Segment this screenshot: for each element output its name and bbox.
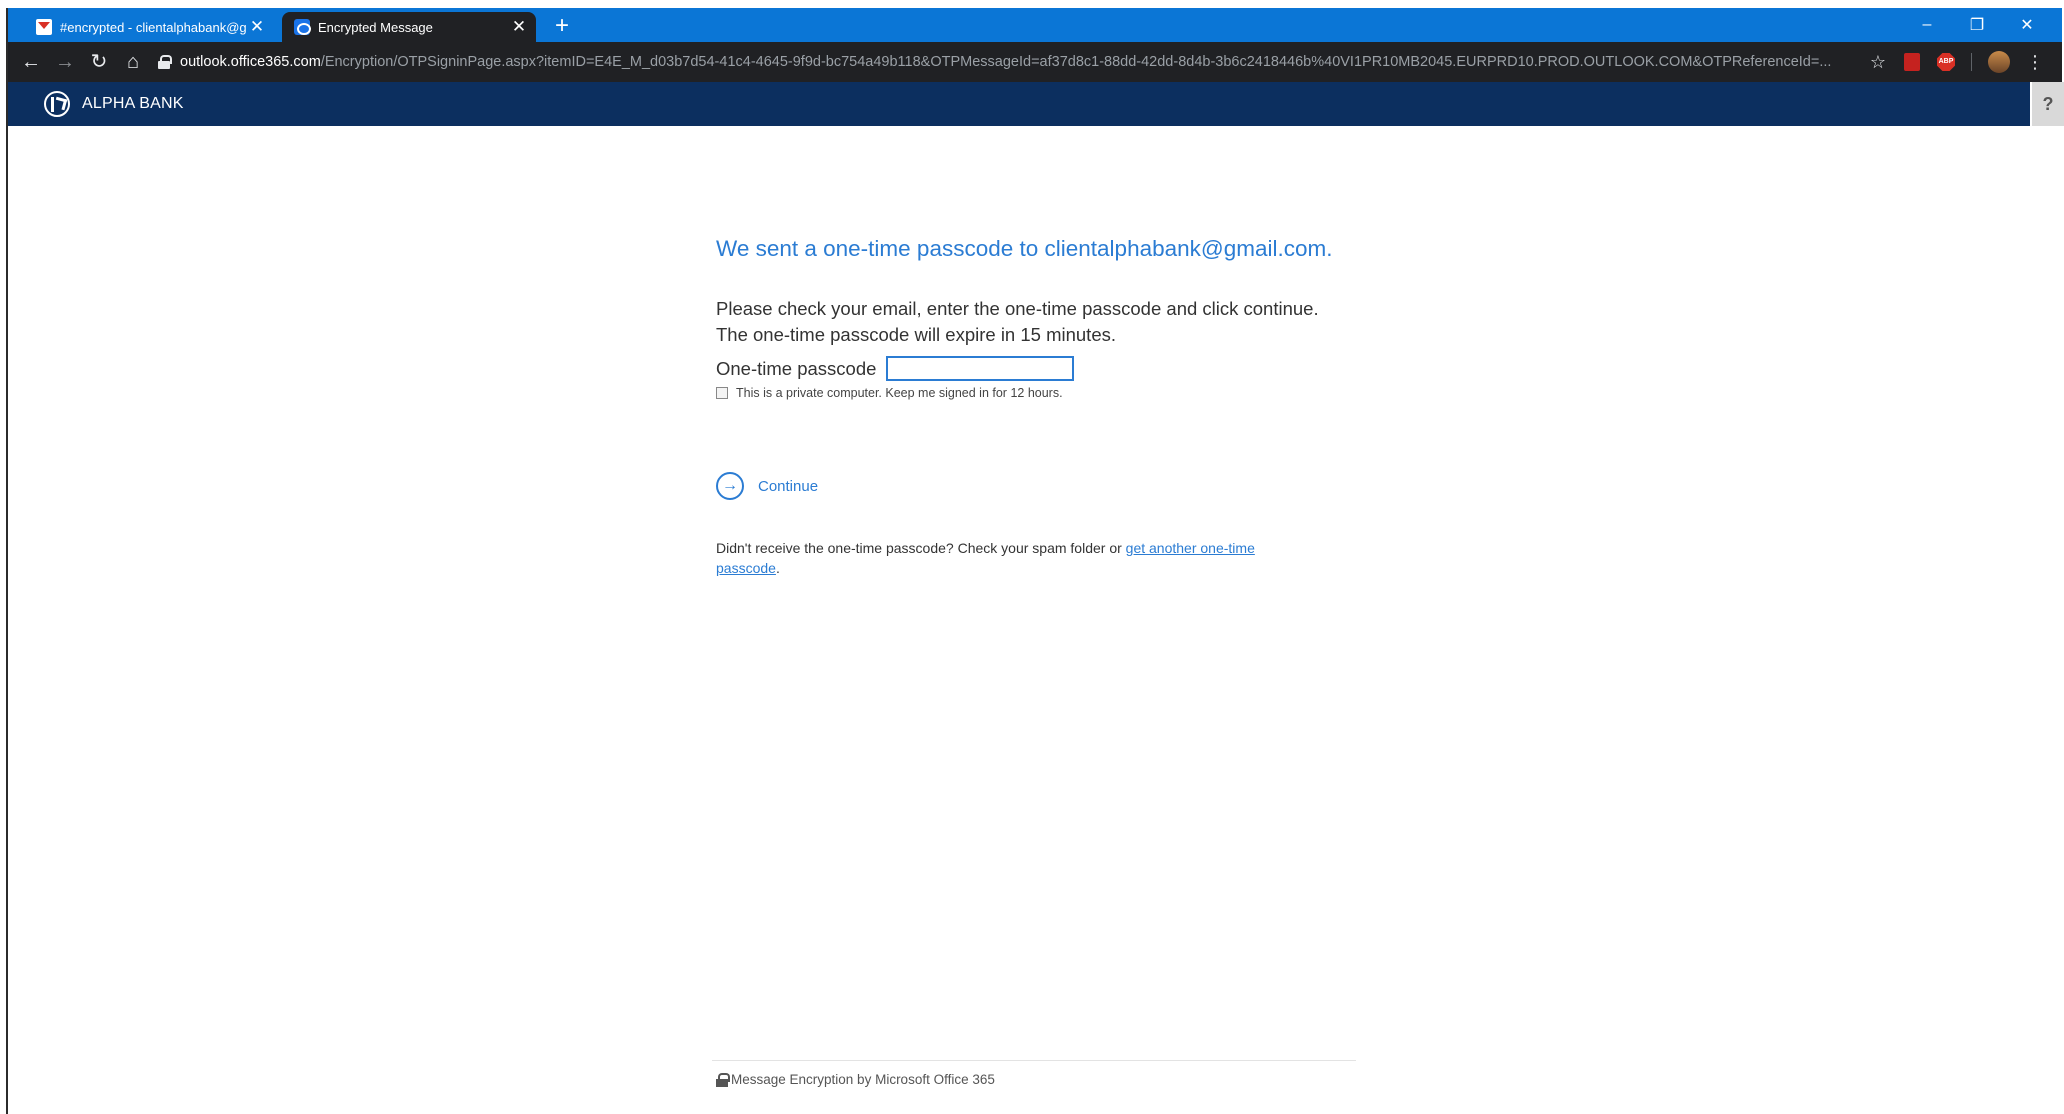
outlook-icon <box>294 19 311 35</box>
instruction-line-1: Please check your email, enter the one-t… <box>716 298 1319 319</box>
bank-header: ALPHA BANK <box>8 82 2030 126</box>
star-icon[interactable]: ☆ <box>1861 52 1895 73</box>
instructions: Please check your email, enter the one-t… <box>716 296 1366 348</box>
tab-encrypted-message[interactable]: Encrypted Message ✕ <box>282 12 536 42</box>
otp-form: We sent a one-time passcode to clientalp… <box>716 236 1366 576</box>
window-controls: – ❐ ✕ <box>1902 8 2052 42</box>
close-window-button[interactable]: ✕ <box>2002 15 2052 35</box>
window-border <box>6 8 8 1114</box>
url-path: /Encryption/OTPSigninPage.aspx?itemID=E4… <box>320 54 1832 70</box>
resend-suffix: . <box>775 560 780 576</box>
close-icon[interactable]: ✕ <box>246 17 268 37</box>
continue-button[interactable]: → Continue <box>716 472 818 500</box>
tab-strip: #encrypted - clientalphabank@g ✕ Encrypt… <box>8 8 2062 42</box>
continue-label[interactable]: Continue <box>758 478 818 495</box>
gmail-icon <box>36 19 52 35</box>
url-host: outlook.office365.com <box>180 54 321 70</box>
remember-me-checkbox[interactable] <box>716 387 728 399</box>
forward-arrow-icon[interactable]: → <box>48 45 82 79</box>
home-icon[interactable]: ⌂ <box>116 45 150 79</box>
remember-me-row: This is a private computer. Keep me sign… <box>716 386 1366 400</box>
tab-title: Encrypted Message <box>318 19 433 35</box>
footer-text: Message Encryption by Microsoft Office 3… <box>731 1072 995 1087</box>
new-tab-button[interactable]: + <box>548 13 576 41</box>
tab-title: #encrypted - clientalphabank@g <box>60 19 246 35</box>
adblock-icon[interactable]: ABP <box>1937 53 1955 71</box>
profile-avatar[interactable] <box>1988 51 2010 73</box>
footer-divider <box>712 1060 1356 1061</box>
lock-icon[interactable] <box>158 55 172 69</box>
arrow-right-circle-icon[interactable]: → <box>716 472 744 500</box>
help-button[interactable]: ? <box>2032 82 2064 126</box>
restore-button[interactable]: ❐ <box>1952 15 2002 35</box>
resend-message: Didn't receive the one-time passcode? Ch… <box>716 538 1316 578</box>
instruction-line-2: The one-time passcode will expire in 15 … <box>716 324 1116 345</box>
passcode-row: One-time passcode <box>716 356 1366 381</box>
page-title: We sent a one-time passcode to clientalp… <box>716 236 1333 261</box>
pdf-extension-icon[interactable] <box>1904 53 1920 71</box>
browser-window: #encrypted - clientalphabank@g ✕ Encrypt… <box>0 0 2064 1114</box>
lock-icon <box>716 1072 730 1087</box>
passcode-input[interactable] <box>886 356 1075 381</box>
address-bar[interactable]: outlook.office365.com/Encryption/OTPSign… <box>158 46 1908 78</box>
browser-toolbar: ← → ↻ ⌂ outlook.office365.com/Encryption… <box>8 42 2062 82</box>
passcode-label: One-time passcode <box>716 357 877 379</box>
reload-icon[interactable]: ↻ <box>82 45 116 79</box>
toolbar-extensions: ☆ ABP ⋮ <box>1861 42 2052 82</box>
back-arrow-icon[interactable]: ← <box>14 45 48 79</box>
alpha-bank-logo-icon <box>44 91 70 117</box>
remember-me-label[interactable]: This is a private computer. Keep me sign… <box>736 386 1063 400</box>
tab-gmail[interactable]: #encrypted - clientalphabank@g ✕ <box>24 12 274 42</box>
footer: Message Encryption by Microsoft Office 3… <box>716 1072 995 1087</box>
menu-kebab-icon[interactable]: ⋮ <box>2018 52 2052 73</box>
resend-text: Didn't receive the one-time passcode? Ch… <box>716 540 1126 556</box>
bank-name: ALPHA BANK <box>82 95 184 112</box>
minimize-button[interactable]: – <box>1902 16 1952 34</box>
toolbar-divider <box>1971 53 1972 71</box>
close-icon[interactable]: ✕ <box>508 17 530 37</box>
